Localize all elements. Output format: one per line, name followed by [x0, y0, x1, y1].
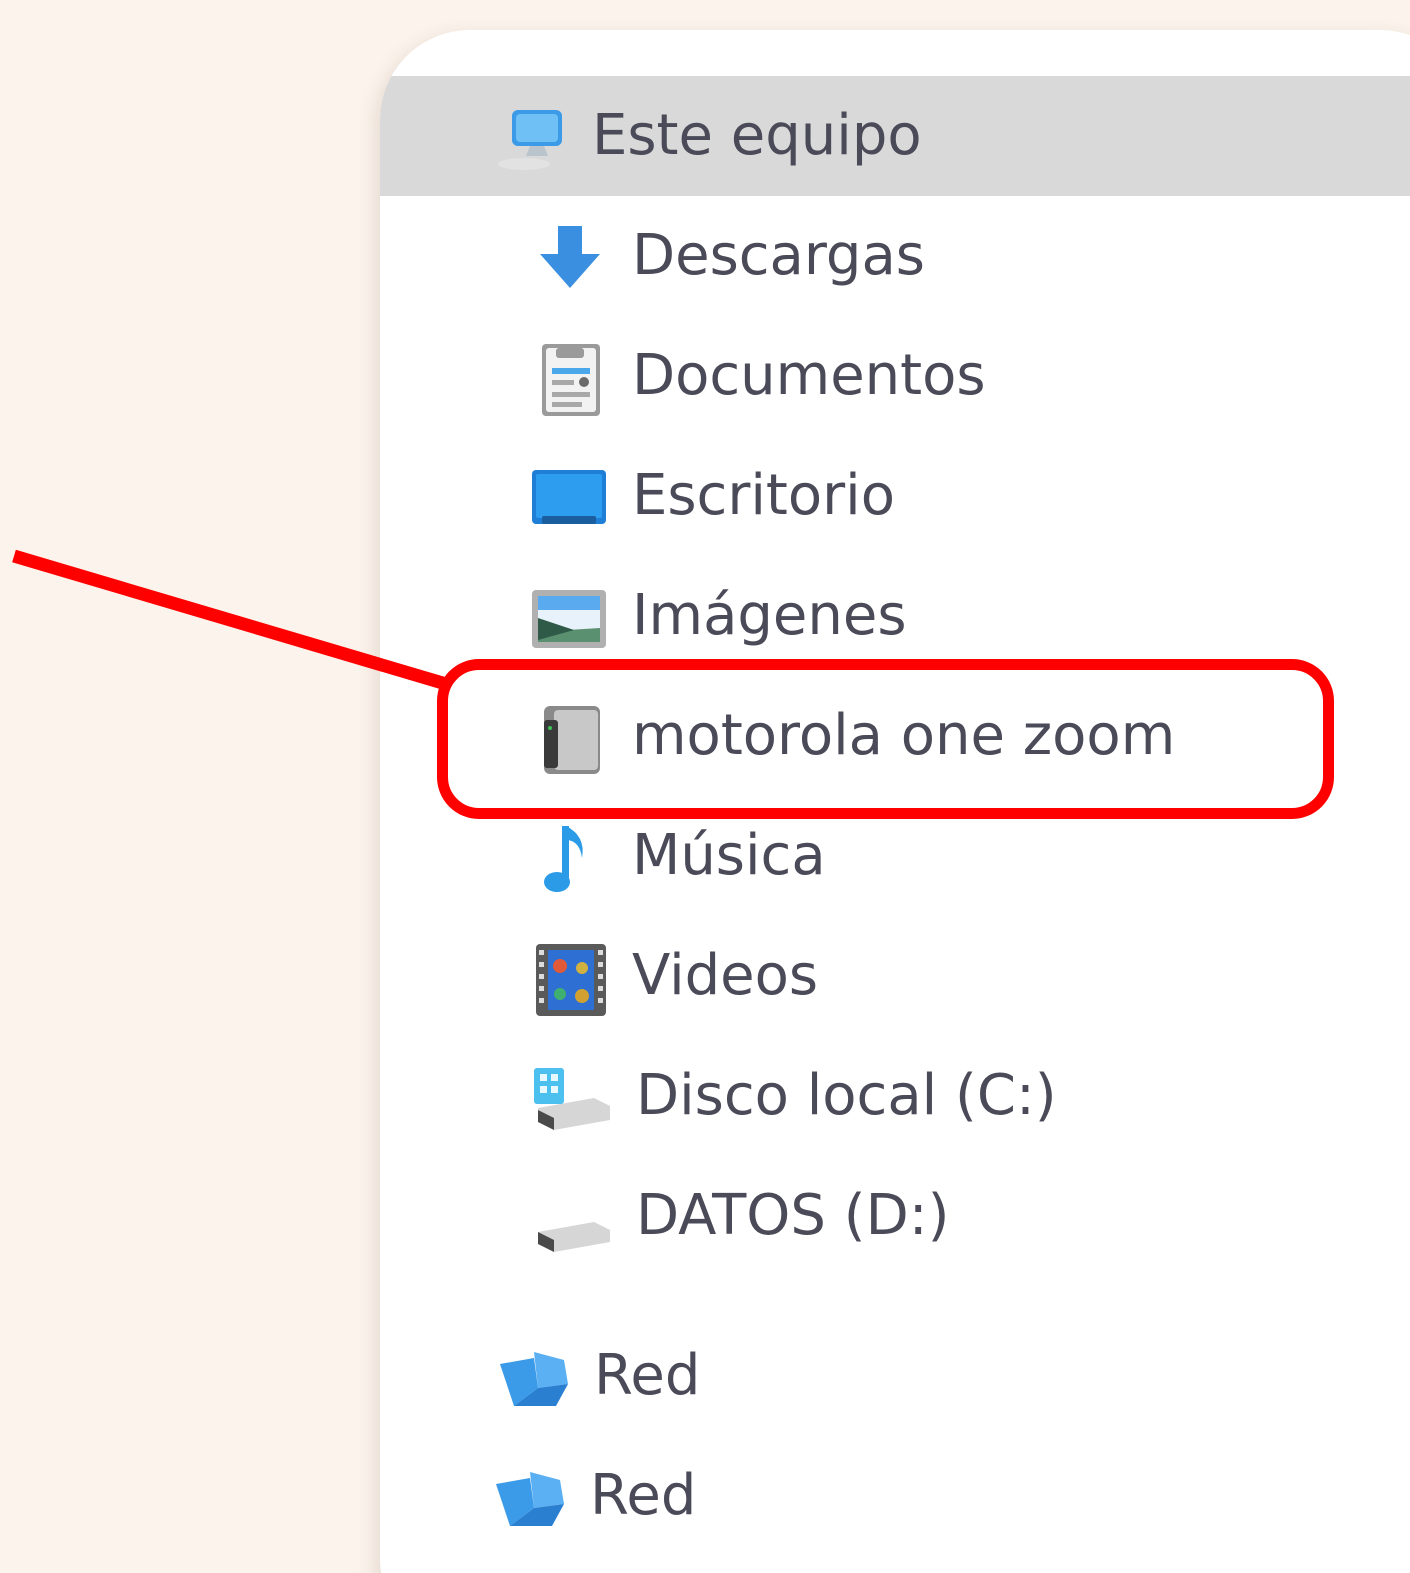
- nav-item-motorola-one-zoom[interactable]: motorola one zoom: [380, 676, 1410, 796]
- nav-item-documents[interactable]: Documentos: [380, 316, 1410, 436]
- downloads-icon: [530, 224, 610, 296]
- nav-item-label: Descargas: [632, 223, 925, 288]
- nav-item-local-disk-c[interactable]: Disco local (C:): [380, 1036, 1410, 1156]
- drive-icon: [530, 1184, 610, 1256]
- nav-item-music[interactable]: Música: [380, 796, 1410, 916]
- network-icon: [494, 1344, 574, 1416]
- nav-item-network[interactable]: Red: [380, 1316, 1410, 1436]
- nav-item-label: Videos: [632, 943, 819, 1008]
- nav-item-label: Este equipo: [592, 103, 922, 168]
- nav-item-label: Música: [632, 823, 826, 888]
- nav-item-this-pc[interactable]: Este equipo: [380, 76, 1410, 196]
- local-disk-icon: [530, 1064, 610, 1136]
- nav-item-pictures[interactable]: Imágenes: [380, 556, 1410, 676]
- desktop-icon: [530, 464, 610, 536]
- nav-item-network[interactable]: Red: [380, 1436, 1410, 1556]
- network-icon: [490, 1464, 570, 1536]
- nav-item-downloads[interactable]: Descargas: [380, 196, 1410, 316]
- nav-item-label: Red: [594, 1343, 701, 1408]
- nav-item-desktop[interactable]: Escritorio: [380, 436, 1410, 556]
- nav-item-label: motorola one zoom: [632, 703, 1176, 768]
- nav-item-label: Documentos: [632, 343, 986, 408]
- music-icon: [530, 824, 610, 896]
- nav-item-label: Red: [590, 1463, 697, 1528]
- nav-item-datos-d[interactable]: DATOS (D:): [380, 1156, 1410, 1276]
- phone-device-icon: [530, 704, 610, 776]
- this-pc-icon: [490, 102, 570, 174]
- videos-icon: [530, 944, 610, 1016]
- navigation-pane: Este equipo Descargas Documentos Escrito…: [380, 30, 1410, 1573]
- nav-item-label: Escritorio: [632, 463, 895, 528]
- documents-icon: [530, 344, 610, 416]
- nav-item-label: Disco local (C:): [636, 1063, 1057, 1128]
- nav-item-label: Imágenes: [632, 583, 907, 648]
- nav-item-videos[interactable]: Videos: [380, 916, 1410, 1036]
- nav-item-label: DATOS (D:): [636, 1183, 950, 1248]
- pictures-icon: [530, 584, 610, 656]
